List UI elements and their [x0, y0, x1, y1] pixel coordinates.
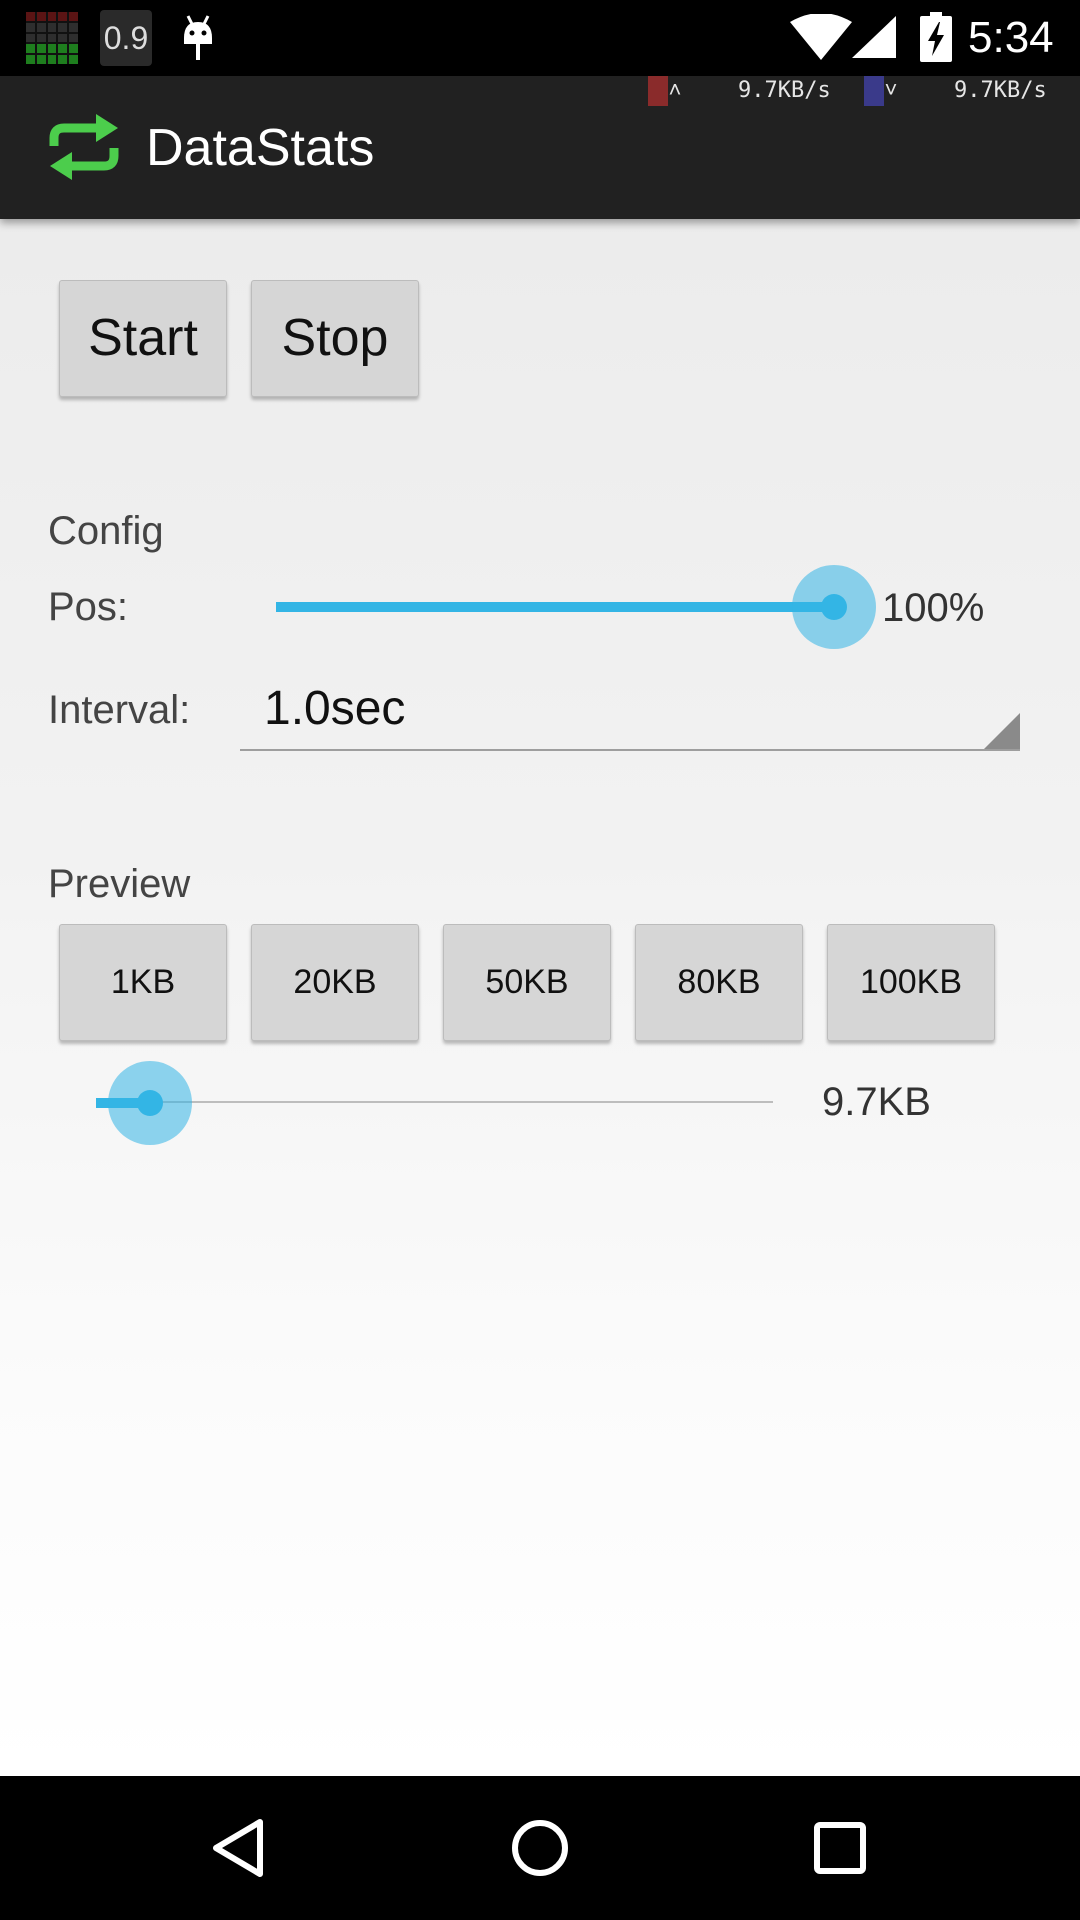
app-bar: ˄ 9.7KB/s ˅ 9.7KB/s DataStats — [0, 76, 1080, 219]
cpu-grid-icon — [26, 12, 78, 64]
pos-slider-fill — [276, 602, 834, 612]
preview-size-slider-thumb[interactable] — [108, 1061, 192, 1145]
android-debug-icon — [184, 15, 212, 60]
interval-label: Interval: — [48, 688, 191, 732]
network-speed-meter: ˄ 9.7KB/s ˅ 9.7KB/s — [648, 76, 1080, 106]
preview-size-value: 9.7KB — [822, 1080, 931, 1124]
interval-dropdown[interactable]: 1.0sec — [240, 663, 1020, 751]
pos-slider-thumb[interactable] — [792, 565, 876, 649]
preview-50kb-button[interactable]: 50KB — [443, 924, 611, 1041]
interval-dropdown-value: 1.0sec — [264, 682, 406, 735]
preview-size-slider[interactable] — [96, 1061, 773, 1145]
battery-charging-icon — [920, 12, 952, 62]
preview-20kb-button[interactable]: 20KB — [251, 924, 419, 1041]
recents-icon[interactable] — [804, 1812, 876, 1884]
preview-section-label: Preview — [48, 862, 191, 906]
pos-label: Pos: — [48, 585, 129, 629]
upload-speed: 9.7KB/s — [738, 78, 831, 103]
repeat-arrows-icon — [49, 114, 119, 180]
config-section-label: Config — [48, 509, 164, 553]
clock: 5:34 — [968, 13, 1054, 62]
signal-icon — [852, 16, 896, 58]
app-title: DataStats — [146, 119, 375, 177]
navigation-bar — [0, 1776, 1080, 1920]
start-button[interactable]: Start — [59, 280, 227, 397]
download-speed: 9.7KB/s — [954, 78, 1047, 103]
upload-arrow-icon: ˄ — [668, 78, 682, 103]
main-content: Start Stop Config Pos: 100% Interval: 1.… — [0, 219, 1080, 1776]
download-arrow-icon: ˅ — [884, 78, 898, 103]
dropdown-triangle-icon — [984, 713, 1020, 749]
preview-100kb-button[interactable]: 100KB — [827, 924, 995, 1041]
wifi-icon — [790, 14, 852, 60]
cpu-load-indicator: 0.9 — [100, 10, 152, 66]
home-icon[interactable] — [504, 1812, 576, 1884]
preview-80kb-button[interactable]: 80KB — [635, 924, 803, 1041]
preview-1kb-button[interactable]: 1KB — [59, 924, 227, 1041]
stop-button[interactable]: Stop — [251, 280, 419, 397]
pos-slider[interactable] — [276, 565, 876, 649]
status-bar: 0.9 5:34 — [0, 0, 1080, 76]
pos-value: 100% — [882, 586, 985, 630]
back-icon[interactable] — [204, 1812, 276, 1884]
